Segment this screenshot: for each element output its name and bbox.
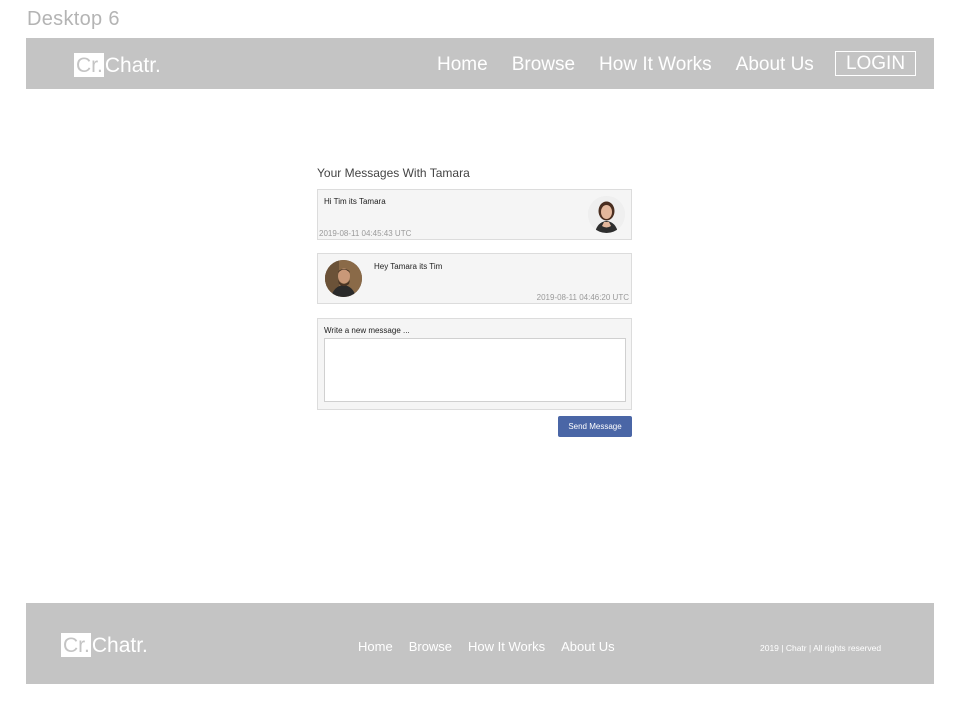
thread-title: Your Messages With Tamara (317, 166, 470, 180)
message-text: Hey Tamara its Tim (374, 262, 443, 271)
copyright-text: 2019 | Chatr | All rights reserved (760, 643, 882, 653)
nav-link-how-it-works[interactable]: How It Works (599, 54, 712, 76)
nav-link-about-us[interactable]: About Us (736, 54, 814, 76)
footer-link-how-it-works[interactable]: How It Works (468, 639, 545, 654)
compose-panel: Write a new message ... (317, 318, 632, 410)
logo-text: Chatr. (104, 53, 161, 77)
tamara-avatar (588, 196, 625, 233)
nav-link-home[interactable]: Home (437, 54, 488, 76)
message-item: Hey Tamara its Tim 2019-08-11 04:46:20 U… (317, 253, 632, 304)
logo-box: Cr. (61, 633, 91, 657)
brand-logo[interactable]: Cr. Chatr. (74, 53, 161, 77)
message-timestamp: 2019-08-11 04:46:20 UTC (536, 293, 629, 302)
logo-text: Chatr. (91, 633, 148, 657)
footer-logo[interactable]: Cr. Chatr. (61, 633, 148, 657)
footer-link-about-us[interactable]: About Us (561, 639, 614, 654)
compose-label: Write a new message ... (324, 326, 410, 335)
message-input[interactable] (324, 338, 626, 402)
message-text: Hi Tim its Tamara (324, 197, 386, 206)
footer-nav: Home Browse How It Works About Us (358, 639, 631, 654)
send-message-button[interactable]: Send Message (558, 416, 632, 437)
message-timestamp: 2019-08-11 04:45:43 UTC (319, 229, 412, 238)
footer-link-browse[interactable]: Browse (409, 639, 452, 654)
login-button[interactable]: LOGIN (835, 51, 916, 76)
nav-link-browse[interactable]: Browse (512, 54, 575, 76)
frame-label: Desktop 6 (27, 8, 120, 30)
tim-avatar (325, 260, 362, 297)
top-navbar: Cr. Chatr. Home Browse How It Works Abou… (26, 38, 934, 89)
footer: Cr. Chatr. Home Browse How It Works Abou… (26, 603, 934, 684)
logo-box: Cr. (74, 53, 104, 77)
main-nav: Home Browse How It Works About Us (437, 54, 838, 76)
message-item: Hi Tim its Tamara 2019-08-11 04:45:43 UT… (317, 189, 632, 240)
footer-link-home[interactable]: Home (358, 639, 393, 654)
